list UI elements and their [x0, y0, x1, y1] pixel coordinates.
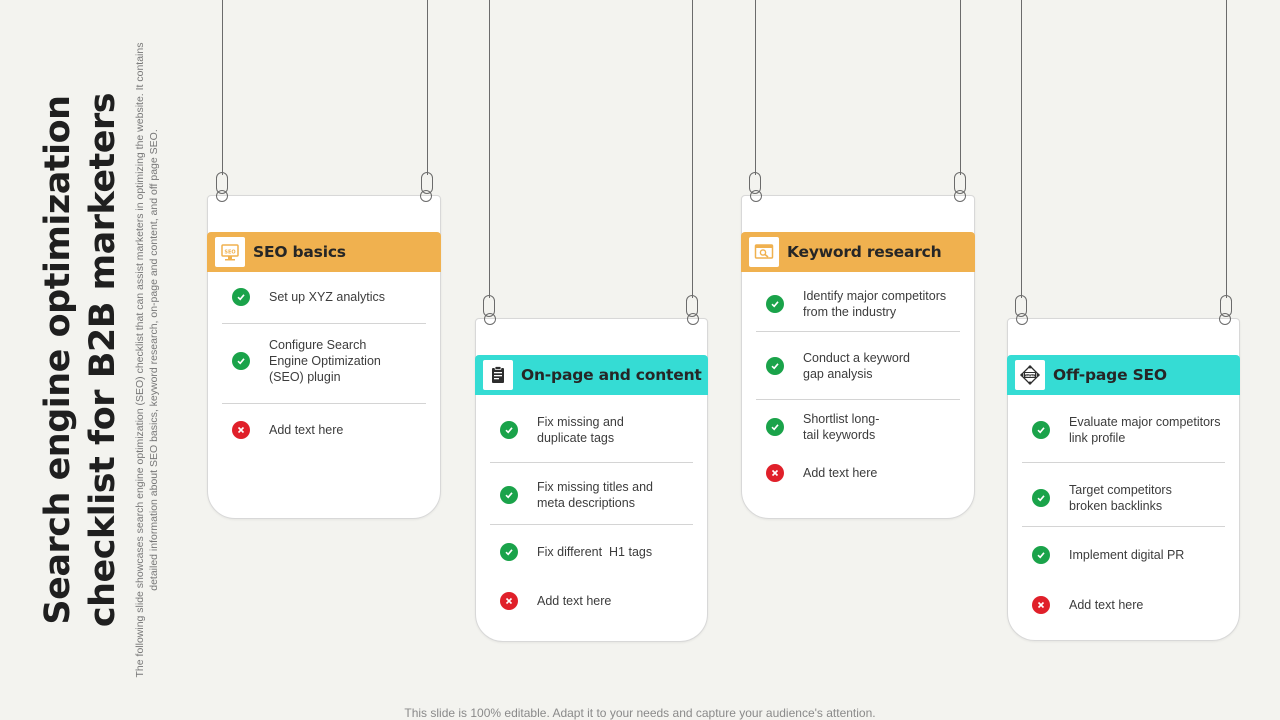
cross-icon: [766, 464, 784, 482]
list-item: Conduct a keyword gap analysis: [756, 347, 960, 385]
card-title: Off-page SEO: [1053, 366, 1167, 384]
card-keyword-research: Keyword research Identify major competit…: [741, 190, 975, 519]
check-icon: [1032, 421, 1050, 439]
title-rotator: Search engine optimization checklist for…: [36, 20, 126, 700]
item-text: Conduct a keyword gap analysis: [803, 351, 911, 381]
list-item: Fix missing titles and meta descriptions: [490, 476, 693, 514]
item-text: Add text here: [803, 466, 878, 480]
item-text: Identify major competitors from the indu…: [803, 289, 947, 319]
list-item: Add text here: [490, 590, 693, 612]
check-icon: [766, 295, 784, 313]
list-item: Add text here: [756, 462, 960, 484]
check-icon: [1032, 489, 1050, 507]
item-text: Add text here: [1069, 598, 1144, 612]
item-text: Target competitors broken backlinks: [1069, 483, 1172, 513]
item-text: Shortlist long- tail keywords: [803, 412, 880, 442]
svg-text:www: www: [1024, 373, 1036, 378]
svg-text:SEO: SEO: [224, 250, 235, 256]
check-icon: [766, 418, 784, 436]
list-item: Fix different H1 tags: [490, 541, 693, 563]
list-item: Target competitors broken backlinks: [1022, 479, 1225, 517]
cross-icon: [500, 592, 518, 610]
card-title: Keyword research: [787, 243, 942, 261]
check-icon: [500, 486, 518, 504]
check-icon: [766, 357, 784, 375]
item-text: Configure Search Engine Optimization (SE…: [269, 338, 381, 384]
item-text: Fix different H1 tags: [537, 545, 653, 559]
card-on-page-content: On-page and content Fix missing and dupl…: [475, 313, 708, 642]
card-header: SEO SEO basics: [207, 232, 441, 272]
list-item: Evaluate major competitors link profile: [1022, 411, 1225, 449]
check-icon: [1032, 546, 1050, 564]
list-item: Add text here: [222, 419, 426, 441]
card-header: Keyword research: [741, 232, 975, 272]
card-off-page-seo: www Off-page SEO Evaluate major competit…: [1007, 313, 1240, 641]
www-network-icon: www: [1015, 360, 1045, 390]
item-text: Evaluate major competitors link profile: [1069, 415, 1221, 445]
list-item: Add text here: [1022, 594, 1225, 616]
seo-monitor-icon: SEO: [215, 237, 245, 267]
check-icon: [232, 288, 250, 306]
card-title: On-page and content: [521, 366, 702, 384]
list-item: Fix missing and duplicate tags: [490, 411, 693, 449]
item-text: Add text here: [269, 423, 344, 437]
item-text: Set up XYZ analytics: [269, 290, 386, 304]
slide-footer: This slide is 100% editable. Adapt it to…: [404, 706, 876, 720]
card-header: www Off-page SEO: [1007, 355, 1240, 395]
list-item: Set up XYZ analytics: [222, 286, 426, 308]
item-text: Fix missing and duplicate tags: [537, 415, 624, 445]
slide-subtitle: The following slide showcases search eng…: [134, 42, 160, 678]
card-header: On-page and content: [475, 355, 708, 395]
cross-icon: [1032, 596, 1050, 614]
card-title: SEO basics: [253, 243, 346, 261]
check-icon: [232, 352, 250, 370]
item-text: Fix missing titles and meta descriptions: [537, 480, 654, 510]
list-item: Shortlist long- tail keywords: [756, 408, 960, 446]
card-seo-basics: SEO SEO basics Set up XYZ analytics Conf…: [207, 190, 441, 519]
check-icon: [500, 421, 518, 439]
title-block: Search engine optimization checklist for…: [0, 0, 200, 720]
list-item: Configure Search Engine Optimization (SE…: [222, 334, 426, 388]
item-text: Add text here: [537, 594, 612, 608]
keyword-search-icon: [749, 237, 779, 267]
list-item: Identify major competitors from the indu…: [756, 285, 960, 323]
list-item: Implement digital PR: [1022, 544, 1225, 566]
subtitle-rotator: The following slide showcases search eng…: [133, 20, 161, 700]
item-text: Implement digital PR: [1069, 548, 1185, 562]
cross-icon: [232, 421, 250, 439]
check-icon: [500, 543, 518, 561]
clipboard-icon: [483, 360, 513, 390]
slide-title: Search engine optimization checklist for…: [38, 92, 123, 628]
